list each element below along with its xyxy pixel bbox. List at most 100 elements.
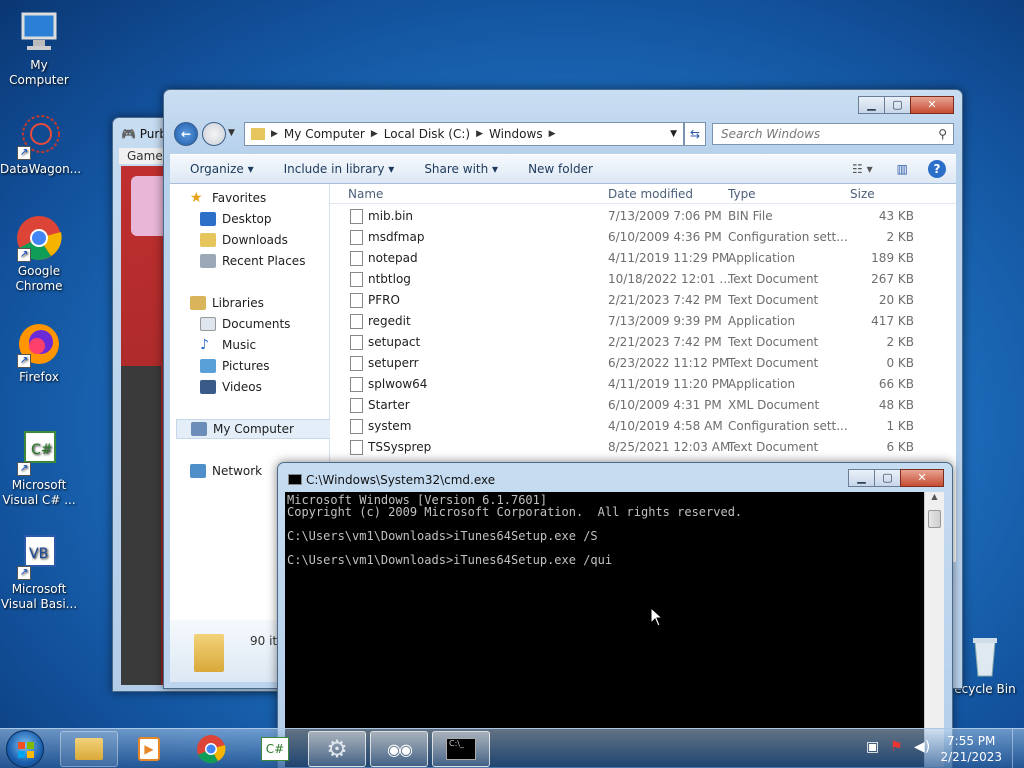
address-dropdown-icon[interactable]: ▼ [670, 129, 677, 139]
taskbar-explorer-button[interactable] [60, 731, 118, 767]
column-name[interactable]: Name [348, 187, 383, 201]
file-row[interactable]: TSSysprep 8/25/2021 12:03 AM Text Document… [330, 437, 956, 458]
folder-icon [75, 738, 103, 760]
file-name: setuperr [368, 356, 419, 370]
file-row[interactable]: notepad 4/11/2019 11:29 PM Application 189 … [330, 248, 956, 269]
file-row[interactable]: mib.bin 7/13/2009 7:06 PM BIN File 43 KB [330, 206, 956, 227]
show-desktop-button[interactable] [1012, 729, 1024, 768]
recent-places-icon [200, 254, 216, 268]
refresh-button[interactable]: ⇆ [684, 122, 706, 146]
file-name: notepad [368, 251, 418, 265]
desktop-icon-my-computer[interactable]: My Computer [0, 8, 78, 88]
svg-text:C#: C# [31, 442, 53, 458]
file-date: 4/11/2019 11:20 PM [608, 377, 730, 391]
file-row[interactable]: setupact 2/21/2023 7:42 PM Text Document 2 … [330, 332, 956, 353]
clock[interactable]: 7:55 PM 2/21/2023 [940, 733, 1002, 765]
breadcrumb-item[interactable]: Windows [489, 127, 543, 141]
file-type: Application [728, 377, 796, 391]
file-row[interactable]: ntbtlog 10/18/2022 12:01 ... Text Document… [330, 269, 956, 290]
breadcrumb-item[interactable]: Local Disk (C:) [384, 127, 470, 141]
file-icon [350, 251, 363, 266]
taskbar-settings-button[interactable]: ⚙ [308, 731, 366, 767]
file-icon [350, 293, 363, 308]
file-type: Application [728, 314, 796, 328]
back-button[interactable]: ← [174, 122, 198, 146]
nav-label: Libraries [212, 296, 264, 310]
taskbar-visual-csharp-button[interactable]: C# [246, 731, 304, 767]
taskbar-cmd-button[interactable]: C:\_ [432, 731, 490, 767]
file-icon [350, 335, 363, 350]
nav-favorites[interactable]: ★ Favorites [190, 188, 348, 208]
minimize-button[interactable]: ▁ [848, 469, 875, 487]
preview-pane-icon[interactable]: ▥ [897, 162, 908, 176]
new-folder-button[interactable]: New folder [528, 162, 593, 176]
file-row[interactable]: system 4/10/2019 4:58 AM Configuration set… [330, 416, 956, 437]
desktop-icon-datawagon[interactable]: ↗ DataWagon... [0, 112, 81, 177]
file-date: 2/21/2023 7:42 PM [608, 335, 722, 349]
volume-tray-icon[interactable]: ◀) [914, 739, 930, 755]
address-bar[interactable]: ▶ My Computer ▶ Local Disk (C:) ▶ Window… [244, 122, 684, 146]
file-icon [350, 209, 363, 224]
column-type[interactable]: Type [728, 187, 756, 201]
file-row[interactable]: msdfmap 6/10/2009 4:36 PM Configuration se… [330, 227, 956, 248]
file-row[interactable]: PFRO 2/21/2023 7:42 PM Text Document 20 KB [330, 290, 956, 311]
item-count: 90 it [250, 634, 278, 648]
scrollbar-thumb[interactable] [928, 510, 941, 528]
start-button[interactable] [6, 730, 44, 768]
search-placeholder: Search Windows [721, 127, 821, 141]
action-center-tray-icon[interactable]: ⚑ [890, 739, 903, 755]
nav-libraries[interactable]: Libraries [190, 293, 348, 313]
desktop-icon-visual-basic[interactable]: VB ↗ Microsoft Visual Basi... [0, 532, 78, 612]
cmd-window[interactable]: C:\Windows\System32\cmd.exe ▁ ▢ ✕ Micros… [277, 462, 953, 768]
search-input[interactable]: Search Windows ⚲ [712, 123, 954, 145]
nav-label: Videos [222, 380, 262, 394]
file-row[interactable]: setuperr 6/23/2022 11:12 PM Text Document 0… [330, 353, 956, 374]
file-row[interactable]: Starter 6/10/2009 4:31 PM XML Document 48 K… [330, 395, 956, 416]
help-icon[interactable]: ? [928, 160, 946, 178]
file-icon [350, 377, 363, 392]
taskbar-chrome-button[interactable] [182, 731, 240, 767]
desktop-icon-google-chrome[interactable]: ↗ Google Chrome [0, 214, 78, 294]
cmd-icon [288, 474, 302, 485]
taskbar-game-button[interactable]: ◉◉ [370, 731, 428, 767]
chevron-right-icon: ▶ [271, 129, 278, 139]
close-button[interactable]: ✕ [910, 96, 954, 114]
close-button[interactable]: ✕ [900, 469, 944, 487]
console-output[interactable]: Microsoft Windows [Version 6.1.7601] Copy… [285, 492, 924, 767]
file-name: regedit [368, 314, 411, 328]
minimize-button[interactable]: ▁ [858, 96, 885, 114]
game-tile [131, 176, 167, 236]
nav-my-computer[interactable]: My Computer [176, 419, 334, 439]
file-date: 7/13/2009 7:06 PM [608, 209, 722, 223]
maximize-button[interactable]: ▢ [874, 469, 901, 487]
file-row[interactable]: regedit 7/13/2009 9:39 PM Application 417 K… [330, 311, 956, 332]
shortcut-arrow-icon: ↗ [17, 566, 31, 580]
file-row[interactable]: splwow64 4/11/2019 11:20 PM Application 66 … [330, 374, 956, 395]
include-in-library-button[interactable]: Include in library ▾ [284, 162, 395, 176]
forward-button[interactable] [202, 122, 226, 146]
desktop-icon-firefox[interactable]: ↗ Firefox [0, 320, 78, 385]
file-name: TSSysprep [368, 440, 432, 454]
maximize-button[interactable]: ▢ [884, 96, 911, 114]
column-date-modified[interactable]: Date modified [608, 187, 693, 201]
taskbar-media-player-button[interactable]: ▶ [120, 731, 178, 767]
recent-pages-dropdown[interactable]: ▼ [228, 128, 235, 138]
desktop-icon-visual-csharp[interactable]: C# ↗ Microsoft Visual C# ... [0, 428, 78, 508]
network-tray-icon[interactable]: ▣ [866, 739, 879, 755]
breadcrumb-item[interactable]: My Computer [284, 127, 365, 141]
share-with-button[interactable]: Share with ▾ [424, 162, 498, 176]
visual-csharp-icon: C# [261, 737, 289, 761]
search-icon: ⚲ [938, 127, 947, 141]
file-name: setupact [368, 335, 421, 349]
vertical-scrollbar[interactable]: ▲ [924, 492, 944, 767]
folder-icon [251, 128, 265, 140]
window-title: 🎮 Purb [121, 127, 167, 141]
view-options-icon[interactable]: ☷ ▾ [852, 162, 873, 176]
scroll-up-arrow[interactable]: ▲ [927, 492, 942, 508]
file-size: 189 KB [871, 251, 914, 265]
organize-button[interactable]: Organize ▾ [190, 162, 254, 176]
column-size[interactable]: Size [850, 187, 875, 201]
clock-time: 7:55 PM [947, 734, 996, 748]
desktop-icon-label: My Computer [9, 58, 69, 87]
file-icon [350, 398, 363, 413]
